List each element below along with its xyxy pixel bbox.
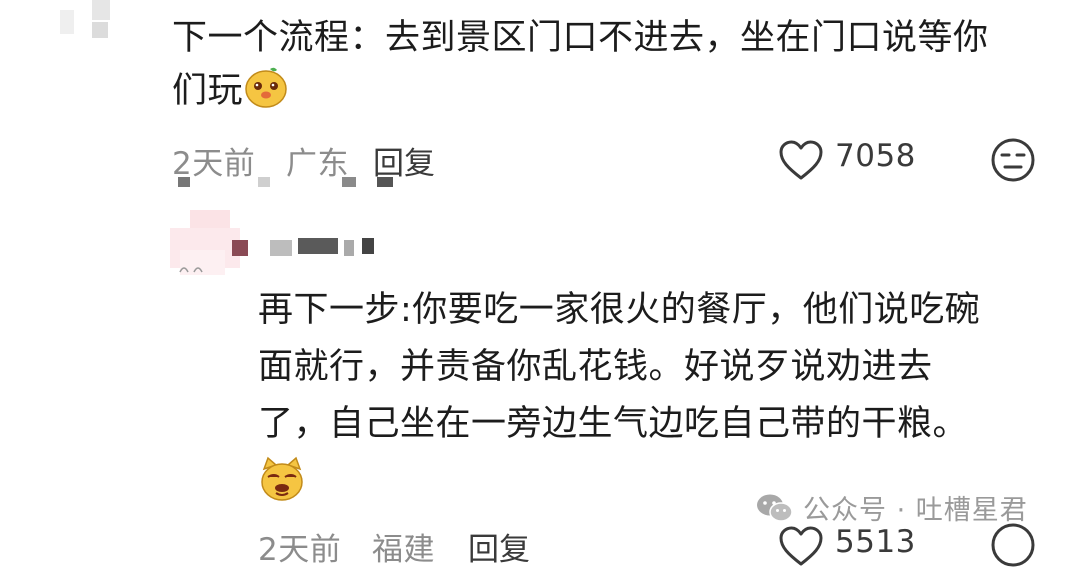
like-count: 7058 bbox=[835, 138, 916, 174]
heart-icon[interactable] bbox=[778, 526, 824, 568]
dog-face-emoji bbox=[245, 67, 287, 108]
avatar[interactable] bbox=[40, 0, 120, 50]
comment-line: 下一个流程：去到景区门口不进去，坐在门口说等你 bbox=[172, 18, 989, 58]
pixel-mark bbox=[342, 177, 356, 187]
watermark-text: 公众号 · 吐槽星君 bbox=[803, 495, 1028, 526]
like-count: 5513 bbox=[835, 524, 916, 560]
comment-location: 广东 bbox=[285, 146, 349, 182]
pixel-mark bbox=[178, 177, 190, 187]
reply-button[interactable]: 回复 bbox=[468, 524, 530, 569]
comment-line: 了，自己坐在一旁边生气边吃自己带的干粮。 bbox=[258, 404, 969, 444]
neutral-face-icon[interactable] bbox=[990, 522, 1036, 568]
comment-time: 2天前 bbox=[258, 532, 342, 568]
comment-line: 们玩 bbox=[172, 64, 1052, 117]
comment-location: 福建 bbox=[371, 532, 435, 568]
wechat-icon bbox=[757, 494, 793, 522]
watermark: 公众号 · 吐槽星君 bbox=[755, 488, 1028, 527]
pixel-mark bbox=[258, 177, 270, 187]
comment-body: 下一个流程：去到景区门口不进去，坐在门口说等你 们玩 bbox=[172, 12, 1052, 117]
smug-dog-emoji bbox=[261, 456, 303, 501]
comment-body: 再下一步:你要吃一家很火的餐厅，他们说吃碗 面就行，并责备你乱花钱。好说歹说劝进… bbox=[258, 282, 1058, 453]
neutral-face-icon[interactable] bbox=[990, 137, 1036, 183]
comment-line: 面就行，并责备你乱花钱。好说歹说劝进去 bbox=[258, 347, 933, 387]
username[interactable] bbox=[232, 238, 382, 258]
pixel-mark bbox=[377, 177, 393, 187]
heart-icon[interactable] bbox=[778, 140, 824, 182]
comment-meta: 2天前 福建 bbox=[258, 524, 435, 569]
comment-line: 再下一步:你要吃一家很火的餐厅，他们说吃碗 bbox=[258, 290, 981, 330]
